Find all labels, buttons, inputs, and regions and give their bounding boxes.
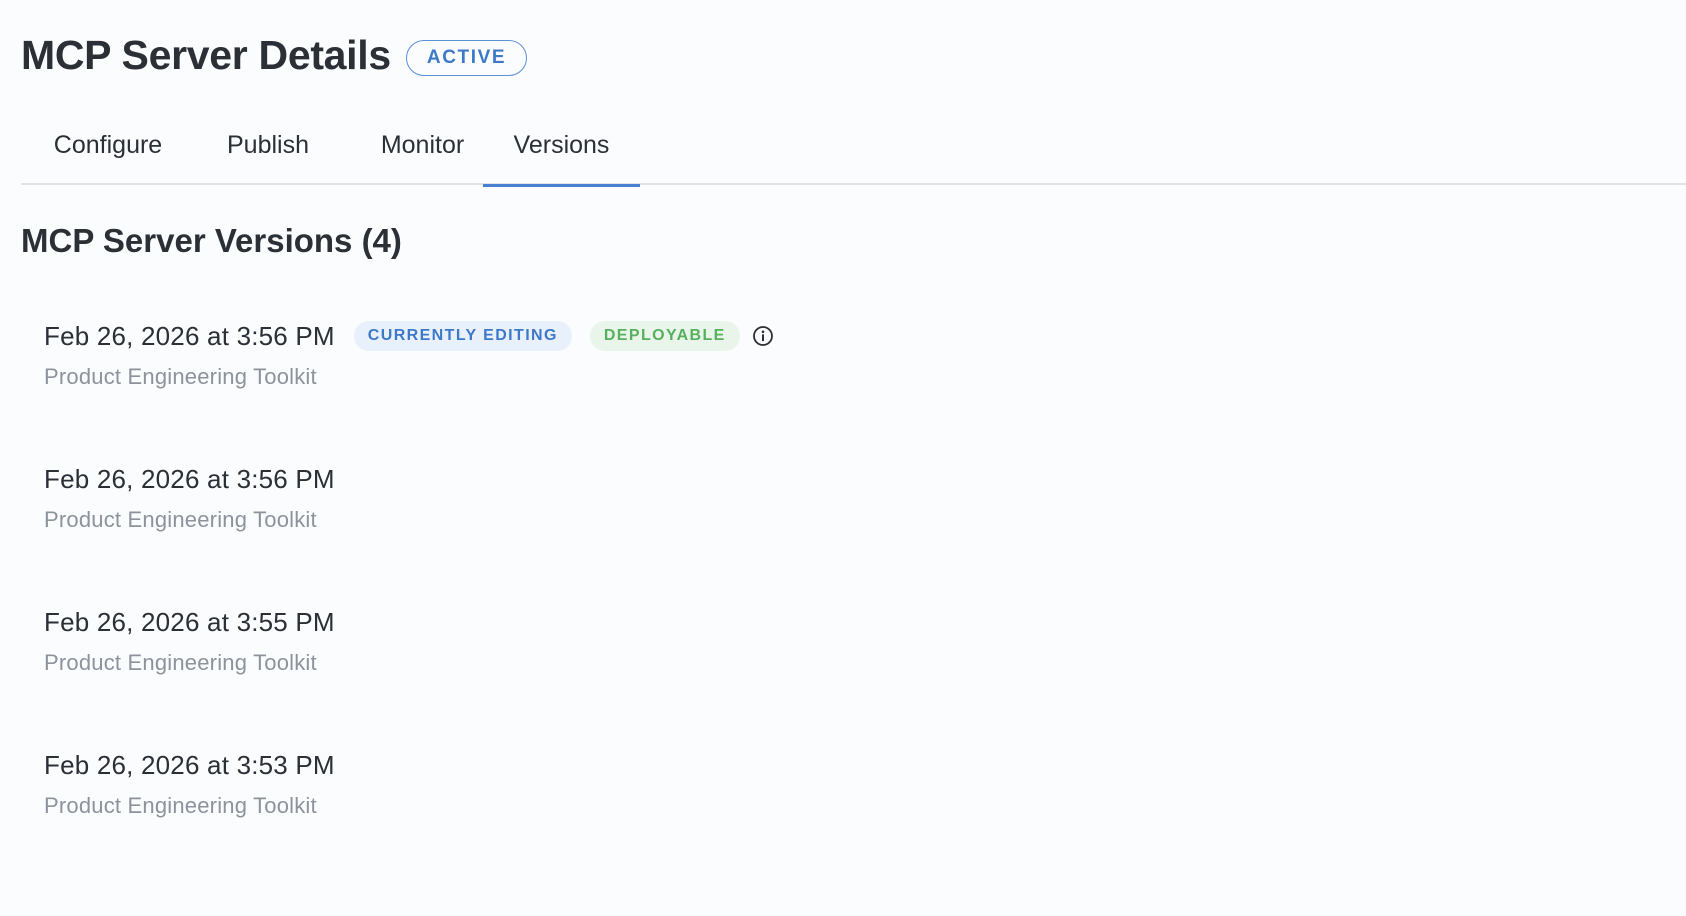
- version-item[interactable]: Feb 26, 2026 at 3:56 PM Product Engineer…: [44, 461, 1444, 604]
- version-date: Feb 26, 2026 at 3:56 PM: [44, 320, 335, 351]
- version-name: Product Engineering Toolkit: [44, 793, 317, 818]
- tab-versions[interactable]: Versions: [483, 110, 640, 187]
- versions-list: Feb 26, 2026 at 3:56 PM CURRENTLY EDITIN…: [44, 318, 1444, 890]
- page: MCP Server Details ACTIVE Configure Publ…: [0, 0, 1686, 916]
- deployable-badge: DEPLOYABLE: [589, 321, 740, 351]
- version-name: Product Engineering Toolkit: [44, 507, 317, 532]
- version-date: Feb 26, 2026 at 3:56 PM: [44, 463, 335, 494]
- version-name: Product Engineering Toolkit: [44, 650, 317, 675]
- tab-publish[interactable]: Publish: [195, 110, 341, 185]
- version-header: Feb 26, 2026 at 3:55 PM: [44, 604, 1444, 640]
- tab-configure[interactable]: Configure: [21, 110, 195, 185]
- version-header: Feb 26, 2026 at 3:53 PM: [44, 747, 1444, 783]
- version-header: Feb 26, 2026 at 3:56 PM: [44, 461, 1444, 497]
- version-item[interactable]: Feb 26, 2026 at 3:55 PM Product Engineer…: [44, 604, 1444, 747]
- version-header: Feb 26, 2026 at 3:56 PM CURRENTLY EDITIN…: [44, 318, 1444, 354]
- version-name: Product Engineering Toolkit: [44, 364, 317, 389]
- version-item[interactable]: Feb 26, 2026 at 3:53 PM Product Engineer…: [44, 747, 1444, 890]
- version-date: Feb 26, 2026 at 3:53 PM: [44, 749, 335, 780]
- info-icon[interactable]: [752, 325, 774, 347]
- version-date: Feb 26, 2026 at 3:55 PM: [44, 606, 335, 637]
- version-item[interactable]: Feb 26, 2026 at 3:56 PM CURRENTLY EDITIN…: [44, 318, 1444, 461]
- currently-editing-badge: CURRENTLY EDITING: [353, 321, 572, 351]
- tab-bar: Configure Publish Monitor Versions: [21, 110, 1686, 187]
- tab-monitor[interactable]: Monitor: [341, 110, 504, 185]
- page-header: MCP Server Details ACTIVE: [21, 31, 528, 78]
- section-title: MCP Server Versions (4): [21, 222, 402, 259]
- page-title: MCP Server Details: [21, 31, 391, 78]
- status-badge: ACTIVE: [405, 40, 528, 76]
